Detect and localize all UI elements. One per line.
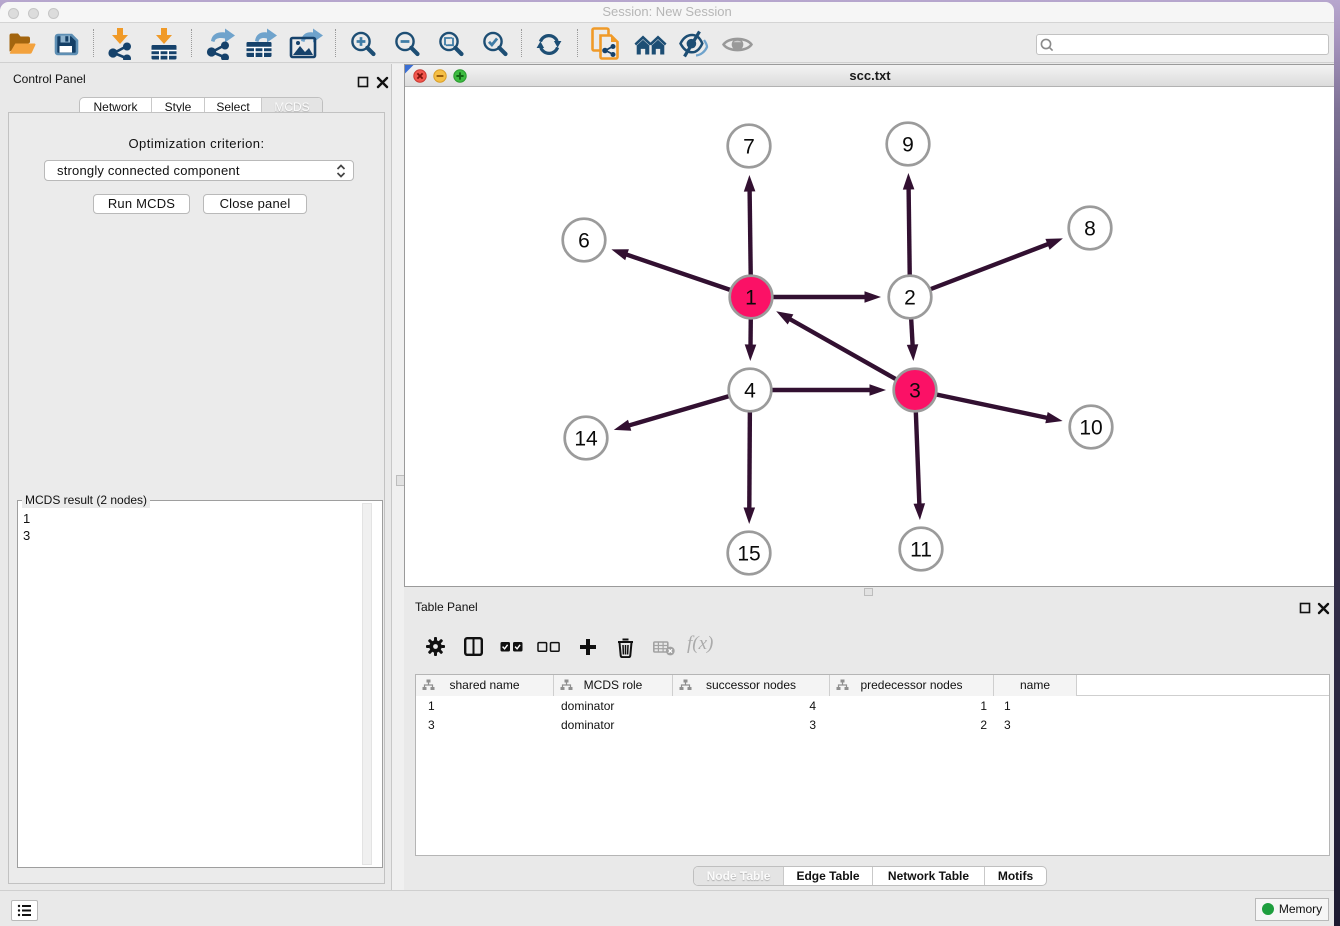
- svg-text:6: 6: [578, 230, 590, 253]
- svg-text:1: 1: [745, 287, 757, 310]
- svg-text:7: 7: [743, 136, 755, 159]
- svg-text:9: 9: [902, 134, 914, 157]
- svg-text:10: 10: [1079, 417, 1102, 440]
- svg-text:8: 8: [1084, 218, 1096, 241]
- svg-text:15: 15: [737, 543, 760, 566]
- svg-text:11: 11: [910, 539, 932, 562]
- svg-text:4: 4: [744, 380, 756, 403]
- svg-text:14: 14: [574, 428, 598, 451]
- svg-text:2: 2: [904, 287, 916, 310]
- svg-text:3: 3: [909, 380, 921, 403]
